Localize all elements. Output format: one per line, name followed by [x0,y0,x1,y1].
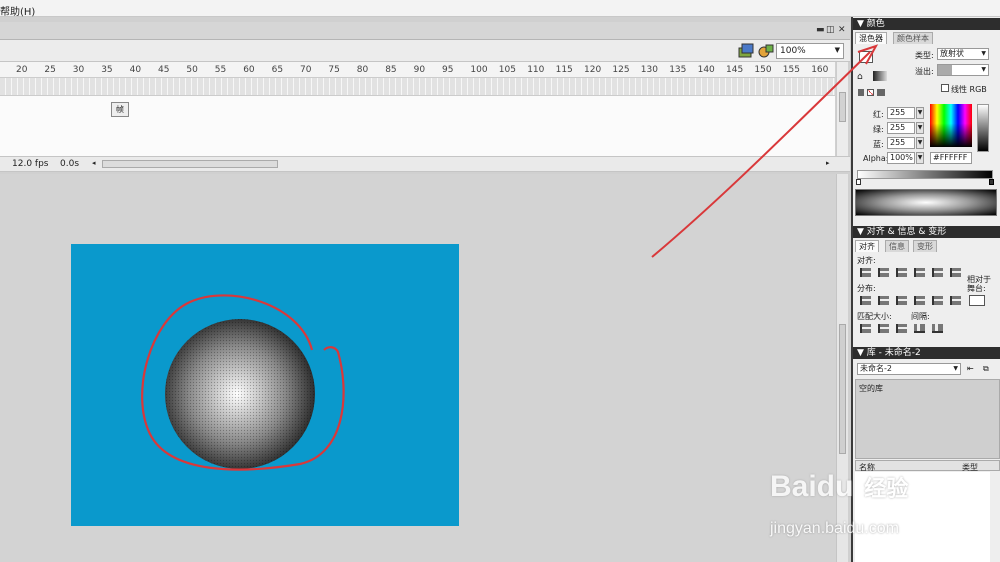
watermark: Baidu 经验 [770,470,908,504]
watermark-brand: Baidu [770,470,854,503]
watermark-brand-cn: 经验 [864,477,909,502]
watermark-url: jingyan.baidu.com [770,520,899,537]
